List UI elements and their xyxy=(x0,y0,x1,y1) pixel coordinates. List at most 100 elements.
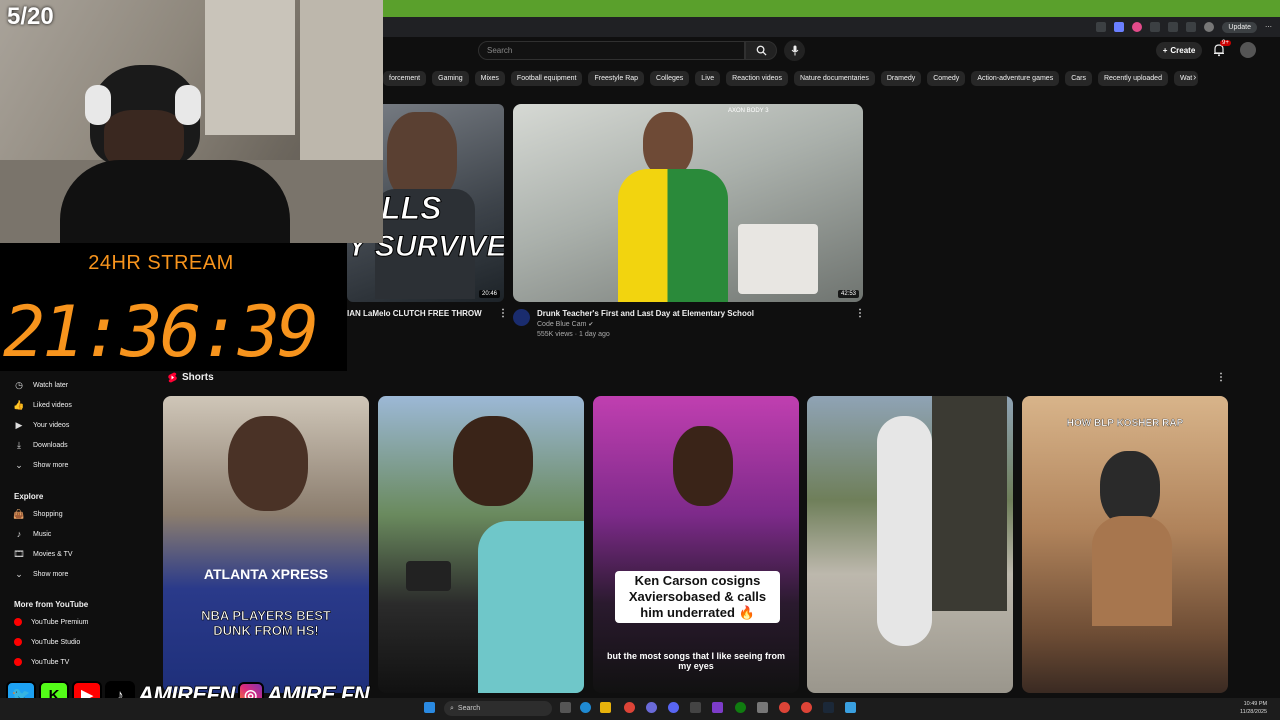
category-chip[interactable]: Freestyle Rap xyxy=(588,71,645,86)
taskbar-search[interactable]: ⌕ Search xyxy=(444,701,552,716)
channel-avatar[interactable] xyxy=(513,309,530,326)
plus-icon: + xyxy=(1162,46,1168,55)
create-button[interactable]: + Create xyxy=(1156,42,1202,59)
short-card[interactable] xyxy=(807,396,1013,693)
file-explorer-icon[interactable] xyxy=(600,702,611,713)
youtube-tv-icon xyxy=(14,658,22,666)
category-chip[interactable]: Gaming xyxy=(432,71,469,86)
category-chip[interactable]: Comedy xyxy=(927,71,966,86)
sidebar-item[interactable]: 🎞 Movies & TV xyxy=(13,547,72,561)
short-card[interactable]: HOW BLP KOSHER RAP xyxy=(1022,396,1228,693)
chrome-icon[interactable] xyxy=(779,702,790,713)
chrome-icon[interactable] xyxy=(801,702,812,713)
video-thumbnail[interactable]: AXON BODY 3 42:53 xyxy=(513,104,863,302)
extension-icon[interactable] xyxy=(1096,22,1107,32)
shirt-shape xyxy=(478,521,584,693)
settings-gear-icon[interactable] xyxy=(757,702,768,713)
sidebar-item-label: Liked videos xyxy=(33,401,72,409)
sidebar-item-label: Downloads xyxy=(33,441,68,449)
more-options-icon[interactable]: ⋮ xyxy=(855,308,865,319)
sidebar-item[interactable]: ⌄ Show more xyxy=(14,458,68,472)
film-icon: 🎞 xyxy=(13,548,25,559)
video-title[interactable]: Drunk Teacher's First and Last Day at El… xyxy=(537,309,754,318)
phone-shape xyxy=(406,561,451,591)
desk-shape xyxy=(738,224,818,294)
xbox-icon[interactable] xyxy=(735,702,746,713)
sidebar-heading: Explore xyxy=(14,492,44,501)
video-meta: 555K views · 1 day ago xyxy=(537,331,610,338)
short-caption: NBA PLAYERS BEST DUNK FROM HS! xyxy=(201,608,331,639)
chevron-right-icon[interactable]: › xyxy=(1193,72,1196,83)
mic-icon xyxy=(791,45,798,56)
category-chip[interactable]: Recently uploaded xyxy=(1097,71,1168,86)
more-options-icon[interactable]: ⋮ xyxy=(1216,372,1226,383)
steam-icon[interactable] xyxy=(823,702,834,713)
app-icon[interactable] xyxy=(845,702,856,713)
category-chip[interactable]: Football equipment xyxy=(510,71,583,86)
search-icon xyxy=(756,45,767,56)
person-head xyxy=(673,426,733,506)
search-button[interactable] xyxy=(745,41,777,60)
search-input[interactable]: Search xyxy=(478,41,745,60)
sidebar-item[interactable]: 👜 Shopping xyxy=(13,507,62,521)
sidebar-item-label: Music xyxy=(33,530,52,538)
category-chip[interactable]: Mixes xyxy=(474,71,505,86)
edge-icon[interactable] xyxy=(580,702,591,713)
person-hoodie xyxy=(60,160,290,243)
more-options-icon[interactable]: ⋮ xyxy=(498,308,508,319)
category-chip[interactable]: Cars xyxy=(1065,71,1092,86)
category-chip[interactable]: Live xyxy=(695,71,721,86)
video-title[interactable]: IAN LaMelo CLUTCH FREE THROW + xyxy=(347,309,482,318)
chevron-down-icon: ⌄ xyxy=(15,568,23,579)
sidebar-item[interactable]: YouTube Studio xyxy=(14,635,80,649)
app-icon[interactable] xyxy=(690,702,701,713)
channel-name[interactable]: Code Blue Cam ✔ xyxy=(537,321,593,328)
sidebar-item-label: YouTube Studio xyxy=(31,638,81,646)
bookmark-star-icon[interactable] xyxy=(1114,22,1125,32)
browser-toolbar: Update ⋯ xyxy=(383,17,1280,37)
account-avatar[interactable] xyxy=(1240,42,1256,58)
sidebar-item[interactable]: YouTube Premium xyxy=(14,615,88,629)
short-card[interactable]: Ken Carson cosigns Xaviersobased & calls… xyxy=(593,396,799,693)
music-icon: ♪ xyxy=(16,529,22,539)
youtube-premium-icon xyxy=(14,618,22,626)
short-subtext: but the most songs that I like seeing fr… xyxy=(606,651,786,671)
update-button[interactable]: Update xyxy=(1222,21,1257,33)
shorts-icon xyxy=(168,372,177,383)
extension-icon[interactable] xyxy=(1150,22,1161,32)
chrome-icon[interactable] xyxy=(624,702,635,713)
short-card[interactable] xyxy=(378,396,584,693)
voice-search-button[interactable] xyxy=(784,40,805,61)
torso-shape xyxy=(1092,516,1172,626)
star-icon[interactable] xyxy=(1186,22,1197,32)
taskbar-clock[interactable]: 10:49 PM 11/28/2025 xyxy=(1240,700,1267,716)
sidebar-item[interactable]: YouTube TV xyxy=(14,655,69,669)
short-card[interactable]: ATLANTA XPRESS NBA PLAYERS BEST DUNK FRO… xyxy=(163,396,369,693)
discord-icon[interactable] xyxy=(668,702,679,713)
menu-dots-icon[interactable]: ⋯ xyxy=(1265,23,1272,31)
task-view-icon[interactable] xyxy=(560,702,571,713)
sidebar-item[interactable]: ▶ Your videos xyxy=(14,418,70,432)
category-chip[interactable]: Dramedy xyxy=(880,71,922,86)
profile-icon[interactable] xyxy=(1204,22,1215,32)
windows-taskbar xyxy=(0,698,1280,720)
start-windows-icon[interactable] xyxy=(424,702,435,713)
sidebar-item[interactable]: ⤓ Downloads xyxy=(14,438,68,452)
category-chip[interactable]: Colleges xyxy=(650,71,690,86)
category-chip[interactable]: Action-adventure games xyxy=(971,71,1060,86)
stream-counter: 5/20 xyxy=(7,3,54,30)
extension-icon[interactable] xyxy=(1132,22,1143,32)
app-icon[interactable] xyxy=(646,702,657,713)
extension-icon[interactable] xyxy=(1168,22,1179,32)
category-chip[interactable]: Reaction videos xyxy=(726,71,788,86)
category-chip[interactable]: Nature documentaries xyxy=(793,71,875,86)
notification-count-badge: 9+ xyxy=(1220,40,1231,46)
category-chip[interactable]: forcement xyxy=(383,71,427,86)
clock-icon: ◷ xyxy=(15,379,23,390)
app-icon[interactable] xyxy=(712,702,723,713)
sidebar-item-label: YouTube TV xyxy=(31,658,70,666)
sidebar-item[interactable]: 👍 Liked videos xyxy=(13,398,72,412)
sidebar-item[interactable]: ◷ Watch later xyxy=(14,378,68,392)
sidebar-item[interactable]: ⌄ Show more xyxy=(14,567,68,581)
sidebar-item[interactable]: ♪ Music xyxy=(14,527,52,541)
